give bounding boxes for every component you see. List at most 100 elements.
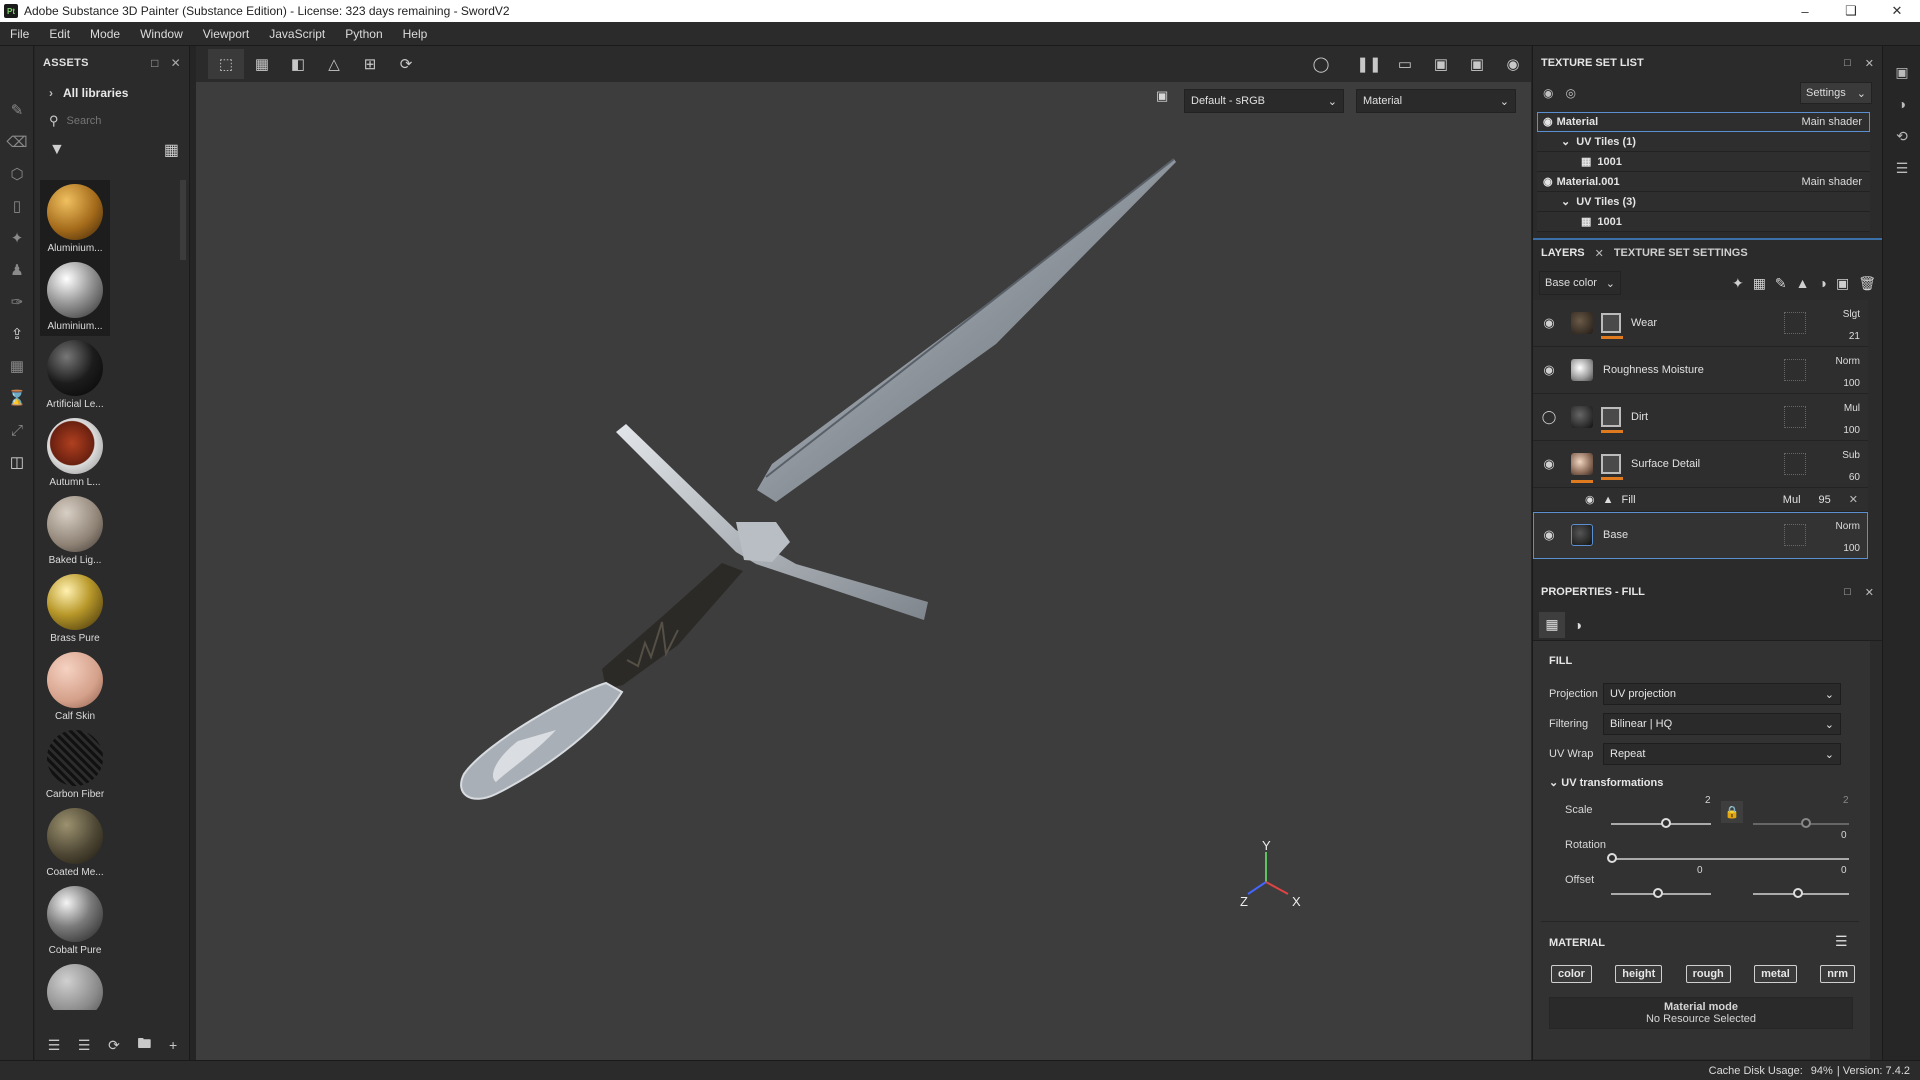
close-tab-icon[interactable]: ✕ [1595, 247, 1604, 260]
filtering-dropdown[interactable]: Bilinear | HQ ⌄ [1603, 713, 1841, 735]
chevron-down-icon[interactable]: ⌄ [1561, 135, 1570, 148]
menu-edit[interactable]: Edit [39, 27, 80, 41]
eye-icon[interactable]: ◉ [1533, 315, 1565, 331]
uv-tiles-row[interactable]: ⌄ UV Tiles (3) [1537, 192, 1870, 212]
hourglass-icon[interactable]: ⌛ [0, 382, 34, 414]
material-ball-icon[interactable]: ◑ [1565, 612, 1591, 638]
layer-item[interactable]: ◯ Dirt Mul 100 [1533, 394, 1868, 441]
filter-icon[interactable]: ▼ [49, 141, 65, 159]
library-selector[interactable]: › All libraries [35, 80, 189, 106]
asset-thumb[interactable]: Baked Lig... [40, 492, 110, 570]
polygon-fill-icon[interactable]: ▯ [0, 190, 34, 222]
menu-help[interactable]: Help [393, 27, 438, 41]
solo-view-icon[interactable]: ◉ [1543, 86, 1553, 100]
screenshot-icon[interactable]: ◉ [1495, 49, 1531, 79]
asset-thumb[interactable]: Autumn L... [40, 414, 110, 492]
offset-v-knob[interactable] [1793, 888, 1803, 898]
layer-item[interactable]: ◉ Surface Detail Sub 60 [1533, 441, 1868, 488]
eye-icon[interactable]: ◉ [1533, 362, 1565, 378]
paint-brush-icon[interactable]: ✎ [0, 94, 34, 126]
shader-settings-icon[interactable]: ◑ [1883, 88, 1920, 120]
eraser-icon[interactable]: ⌫ [0, 126, 34, 158]
assets-scrollbar[interactable] [180, 180, 186, 260]
refresh-icon[interactable]: ⟳ [108, 1037, 120, 1054]
asset-thumb[interactable]: Coated Me... [40, 804, 110, 882]
add-icon[interactable]: + [169, 1037, 177, 1053]
viewport[interactable]: ⬚ ▦ ◧ △ ⊞ ⟳ ◯ ❚❚ ▭ ▣ ▣ ◉ ▣ Default - sRG… [196, 46, 1531, 1060]
add-effect-icon[interactable]: ✦ [1732, 275, 1744, 292]
layer-item-selected[interactable]: ◉ Base Norm 100 [1533, 512, 1868, 559]
float-panel-icon[interactable]: □ [151, 56, 159, 70]
pause-icon[interactable]: ❚❚ [1351, 49, 1387, 79]
float-panel-icon[interactable]: □ [1844, 57, 1851, 69]
add-folder-icon[interactable]: ▣ [1836, 275, 1849, 292]
close-window-icon[interactable]: ✕ [1874, 0, 1920, 22]
list-settings-icon[interactable]: ☰ [78, 1037, 91, 1054]
clone-stamp-icon[interactable]: ♟ [0, 254, 34, 286]
asset-thumb[interactable]: Aluminium... [40, 258, 110, 336]
reset-view-icon[interactable]: ⟳ [388, 49, 424, 79]
3d-view-icon[interactable]: ▣ [1423, 49, 1459, 79]
scale-u-knob[interactable] [1661, 818, 1671, 828]
channel-chip-height[interactable]: height [1615, 965, 1663, 983]
close-panel-icon[interactable]: ✕ [1865, 586, 1874, 599]
close-assets-icon[interactable]: ✕ [171, 56, 181, 70]
folder-icon[interactable]: 🖿 [137, 1033, 151, 1057]
2d-view-icon[interactable]: ▭ [1387, 49, 1423, 79]
display-settings-icon[interactable]: ▣ [1883, 56, 1920, 88]
texture-set-material001[interactable]: ◉ Material.001 Main shader [1537, 172, 1870, 192]
menu-window[interactable]: Window [130, 27, 193, 41]
texture-set-material[interactable]: ◉ Material Main shader [1537, 112, 1870, 132]
uvwrap-dropdown[interactable]: Repeat ⌄ [1603, 743, 1841, 765]
asset-thumb[interactable]: Carbon Fiber [40, 726, 110, 804]
delete-icon[interactable]: 🗑 [1858, 275, 1876, 292]
projection-dropdown[interactable]: UV projection ⌄ [1603, 683, 1841, 705]
hide-icon[interactable]: ◯ [1303, 49, 1339, 79]
channel-chip-metal[interactable]: metal [1754, 965, 1797, 983]
log-icon[interactable]: ☰ [1883, 152, 1920, 184]
lock-icon[interactable]: 🔒 [1721, 801, 1743, 823]
eye-icon[interactable]: ◉ [1533, 527, 1565, 543]
menu-python[interactable]: Python [335, 27, 392, 41]
material-mode-box[interactable]: Material mode No Resource Selected [1549, 997, 1853, 1029]
select-uv-icon[interactable]: ⬚ [208, 49, 244, 79]
fill-effect-row[interactable]: ◉ ▲ Fill Mul 95 ✕ [1533, 488, 1868, 512]
remove-effect-icon[interactable]: ✕ [1849, 493, 1858, 506]
picker-icon[interactable]: ✑ [0, 286, 34, 318]
offset-u-knob[interactable] [1653, 888, 1663, 898]
maximize-icon[interactable]: ❑ [1828, 0, 1874, 22]
eye-icon[interactable]: ◉ [1543, 115, 1553, 128]
bake-icon[interactable]: ⇪ [0, 318, 34, 350]
assets-search[interactable]: ⚲ [35, 108, 189, 134]
float-panel-icon[interactable]: □ [1844, 586, 1851, 598]
rotation-slider[interactable] [1611, 858, 1849, 860]
eye-outline-icon[interactable]: ◯ [1533, 409, 1565, 425]
layer-item[interactable]: ◉ Wear Slgt 21 [1533, 300, 1868, 347]
camera-icon[interactable]: ▣ [1459, 49, 1495, 79]
uv-transformations-toggle[interactable]: ⌄ UV transformations [1549, 776, 1663, 789]
viewport-canvas[interactable]: ▣ Default - sRGB ⌄ Material ⌄ Y X Z [196, 82, 1531, 1060]
mirror-x-icon[interactable]: ◧ [280, 49, 316, 79]
asset-thumb[interactable]: Calf Skin [40, 648, 110, 726]
add-fill-layer-icon[interactable]: ▲ [1796, 275, 1810, 291]
settings-dropdown[interactable]: Settings ⌄ [1800, 82, 1872, 104]
smudge-icon[interactable]: ✦ [0, 222, 34, 254]
asset-thumb[interactable]: Aluminium... [40, 180, 110, 258]
eye-icon[interactable]: ◉ [1533, 456, 1565, 472]
menu-mode[interactable]: Mode [80, 27, 130, 41]
import-icon[interactable]: ☰ [48, 1037, 61, 1054]
export-icon[interactable]: ◫ [0, 446, 34, 478]
channel-chip-color[interactable]: color [1551, 965, 1592, 983]
history-icon[interactable]: ⟲ [1883, 120, 1920, 152]
menu-file[interactable]: File [0, 27, 39, 41]
asset-thumb[interactable]: Brass Pure [40, 570, 110, 648]
menu-viewport[interactable]: Viewport [193, 27, 259, 41]
uv-tiles-row[interactable]: ⌄ UV Tiles (1) [1537, 132, 1870, 152]
menu-lines-icon[interactable]: ☰ [1835, 933, 1848, 950]
grid-view-icon[interactable]: ▦ [164, 140, 179, 160]
chevron-down-icon[interactable]: ⌄ [1561, 195, 1570, 208]
layer-item[interactable]: ◉ Roughness Moisture Norm 100 [1533, 347, 1868, 394]
scale-v-knob[interactable] [1801, 818, 1811, 828]
mirror-y-icon[interactable]: △ [316, 49, 352, 79]
close-panel-icon[interactable]: ✕ [1865, 57, 1874, 70]
